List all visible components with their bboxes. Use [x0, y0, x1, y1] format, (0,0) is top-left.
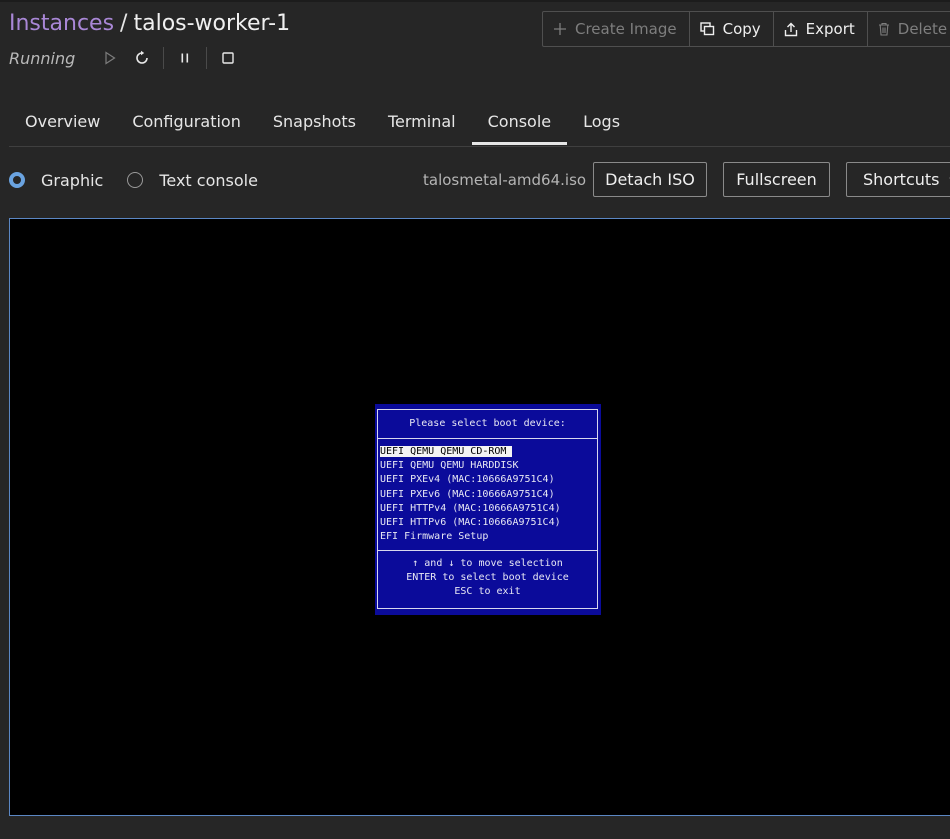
instance-status: Running [9, 48, 76, 68]
copy-icon [699, 22, 715, 36]
delete-button[interactable]: Delete [868, 12, 950, 46]
control-divider [206, 47, 207, 69]
boot-device-list: UEFI QEMU QEMU CD-ROM UEFI QEMU QEMU HAR… [378, 439, 597, 551]
breadcrumb-instances-link[interactable]: Instances [9, 11, 114, 36]
boot-device-label: UEFI QEMU QEMU CD-ROM [380, 446, 513, 457]
boot-menu-help-line: ESC to exit [454, 586, 521, 598]
instance-console-page: Instances / talos-worker-1 Running Create … [0, 0, 950, 839]
detach-iso-button[interactable]: Detach ISO [593, 162, 707, 197]
export-button[interactable]: Export [774, 12, 868, 46]
instance-tabs: Overview Configuration Snapshots Termina… [9, 102, 950, 147]
boot-menu-help-line: ENTER to select boot device [406, 572, 569, 584]
boot-device-item[interactable]: UEFI QEMU QEMU CD-ROM [380, 445, 597, 459]
start-button[interactable] [95, 44, 125, 72]
tab-overview[interactable]: Overview [9, 102, 116, 145]
copy-button[interactable]: Copy [690, 12, 774, 46]
boot-device-label: UEFI HTTPv6 (MAC:10666A9751C4) [380, 516, 561, 528]
boot-device-item[interactable]: UEFI HTTPv4 (MAC:10666A9751C4) [380, 502, 597, 516]
boot-device-item[interactable]: UEFI QEMU QEMU HARDDISK [380, 459, 597, 473]
boot-device-label: UEFI PXEv6 (MAC:10666A9751C4) [380, 488, 555, 500]
boot-device-item[interactable]: UEFI PXEv6 (MAC:10666A9751C4) [380, 488, 597, 502]
top-strip [0, 0, 950, 2]
restart-icon [136, 50, 148, 64]
boot-menu-frame: Please select boot device: UEFI QEMU QEM… [377, 409, 598, 609]
shortcuts-dropdown[interactable]: Shortcuts [846, 162, 950, 197]
console-screen[interactable]: Please select boot device: UEFI QEMU QEM… [9, 218, 950, 816]
status-row: Running [9, 44, 243, 72]
radio-graphic-indicator[interactable] [9, 172, 25, 188]
upload-icon [784, 22, 798, 37]
fullscreen-button[interactable]: Fullscreen [723, 162, 830, 197]
stop-button[interactable] [213, 44, 243, 72]
create-image-button[interactable]: Create Image [543, 12, 690, 46]
tab-terminal[interactable]: Terminal [372, 102, 472, 145]
tab-console[interactable]: Console [471, 102, 568, 145]
plus-icon [553, 22, 567, 36]
create-image-label: Create Image [575, 20, 677, 38]
console-mode-selector: Graphic Text console [9, 167, 282, 193]
boot-device-item[interactable]: UEFI PXEv4 (MAC:10666A9751C4) [380, 473, 597, 487]
shortcuts-label: Shortcuts [863, 170, 940, 189]
radio-text-console-indicator[interactable] [127, 172, 144, 188]
play-icon [105, 51, 116, 65]
instance-actions: Create Image Copy Export Delete [542, 11, 950, 47]
pause-icon [181, 53, 189, 63]
boot-device-label: UEFI HTTPv4 (MAC:10666A9751C4) [380, 502, 561, 514]
tab-configuration[interactable]: Configuration [116, 102, 257, 145]
radio-graphic-label: Graphic [41, 170, 104, 190]
boot-device-label: EFI Firmware Setup [380, 531, 489, 543]
pause-button[interactable] [170, 44, 200, 72]
boot-device-item[interactable]: UEFI HTTPv6 (MAC:10666A9751C4) [380, 516, 597, 530]
radio-graphic[interactable]: Graphic [9, 171, 103, 190]
attached-iso-name: talosmetal-amd64.iso [423, 171, 587, 189]
radio-text-console-label: Text console [159, 170, 258, 190]
tab-snapshots[interactable]: Snapshots [257, 102, 372, 145]
control-divider [163, 47, 164, 69]
boot-menu: Please select boot device: UEFI QEMU QEM… [375, 404, 601, 615]
boot-menu-help-line: ↑ and ↓ to move selection [412, 558, 563, 569]
stop-icon [222, 52, 234, 64]
boot-device-label: UEFI QEMU QEMU HARDDISK [380, 460, 519, 472]
breadcrumb-current-instance: talos-worker-1 [133, 11, 291, 36]
bottom-strip [0, 816, 950, 839]
restart-button[interactable] [127, 44, 157, 72]
trash-icon [878, 22, 890, 36]
boot-menu-title: Please select boot device: [378, 410, 597, 439]
tab-logs[interactable]: Logs [567, 102, 636, 145]
boot-device-label: UEFI PXEv4 (MAC:10666A9751C4) [380, 474, 555, 486]
delete-label: Delete [897, 20, 948, 38]
breadcrumb-separator: / [120, 11, 128, 36]
export-label: Export [805, 20, 855, 38]
radio-text-console[interactable]: Text console [127, 171, 258, 190]
boot-menu-help: ↑ and ↓ to move selection ENTER to selec… [378, 551, 597, 600]
boot-device-item[interactable]: EFI Firmware Setup [380, 530, 597, 544]
copy-label: Copy [722, 20, 761, 38]
breadcrumb: Instances / talos-worker-1 [9, 9, 290, 39]
